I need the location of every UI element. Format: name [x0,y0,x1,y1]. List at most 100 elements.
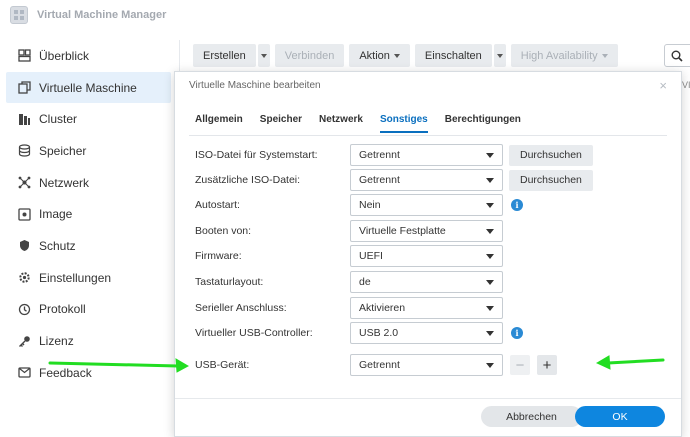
gear-icon [18,271,31,284]
tab-storage[interactable]: Speicher [260,110,302,133]
sidebar-item-label: Netzwerk [39,175,90,190]
serial-port-select[interactable]: Aktivieren [350,297,503,319]
toolbar: Erstellen Verbinden Aktion Einschalten H… [193,44,618,68]
firmware-label: Firmware: [195,250,242,262]
chevron-down-icon [486,279,494,285]
sidebar-item-virtual-machine[interactable]: Virtuelle Maschine [6,71,171,104]
sidebar-item-label: Lizenz [39,334,74,349]
dialog-title: Virtuelle Maschine bearbeiten [189,80,321,91]
shield-icon [18,239,31,252]
select-value: Aktivieren [359,302,406,314]
sidebar-item-label: Speicher [39,143,87,158]
usb-device-select[interactable]: Getrennt [350,354,503,376]
usb-controller-select[interactable]: USB 2.0 [350,322,503,344]
search-button[interactable] [664,44,690,67]
sidebar-item-image[interactable]: Image [0,198,171,230]
sidebar-item-network[interactable]: Netzwerk [0,167,171,199]
log-icon [18,303,31,316]
sidebar-item-storage[interactable]: Speicher [0,135,171,167]
sidebar-item-settings[interactable]: Einstellungen [0,262,171,294]
background-column-header: VI [682,80,690,90]
serial-port-label: Serieller Anschluss: [195,302,287,314]
dialog-tabs: Allgemein Speicher Netzwerk Sonstiges Be… [195,110,538,133]
power-on-button[interactable]: Einschalten [414,44,492,67]
sidebar-item-label: Schutz [39,238,76,253]
remove-usb-device-button[interactable]: − [510,355,530,375]
create-button[interactable]: Erstellen [193,44,256,67]
field-row-usb-device: USB-Gerät: Getrennt − + [195,354,557,376]
iso-extra-browse-button[interactable]: Durchsuchen [509,169,593,191]
high-availability-button[interactable]: High Availability [510,44,618,67]
chevron-down-icon [486,305,494,311]
add-usb-device-button[interactable]: + [537,355,557,375]
select-value: UEFI [359,250,383,262]
usb-device-label: USB-Gerät: [195,359,250,371]
sidebar-item-label: Protokoll [39,302,86,317]
high-availability-label: High Availability [520,49,598,62]
sidebar-item-overview[interactable]: Überblick [0,40,171,72]
sidebar-item-feedback[interactable]: Feedback [0,357,171,389]
field-row-serial: Serieller Anschluss: Aktivieren [195,297,503,319]
select-value: Getrennt [359,174,400,186]
info-icon[interactable]: i [511,199,523,211]
overview-icon [18,49,31,62]
tab-network[interactable]: Netzwerk [319,110,363,133]
create-dropdown-button[interactable] [257,44,270,67]
select-value: Getrennt [359,359,400,371]
autostart-select[interactable]: Nein [350,194,503,216]
chevron-down-icon [260,53,267,58]
plus-icon: + [542,356,552,374]
chevron-down-icon [486,152,494,158]
tab-permissions[interactable]: Berechtigungen [445,110,521,133]
sidebar: Überblick Virtuelle Maschine Cluster Spe… [0,40,180,437]
sidebar-item-label: Überblick [39,48,90,63]
field-row-boot-from: Booten von: Virtuelle Festplatte [195,220,503,242]
storage-icon [18,144,31,158]
power-on-dropdown-button[interactable] [493,44,506,67]
chevron-down-icon [601,53,608,58]
sidebar-item-label: Feedback [39,365,92,380]
search-icon [671,50,683,62]
info-icon[interactable]: i [511,327,523,339]
select-value: de [359,276,371,288]
chevron-down-icon [486,253,494,259]
field-row-usb-controller: Virtueller USB-Controller: USB 2.0 i [195,322,523,344]
sidebar-item-license[interactable]: Lizenz [0,325,171,357]
chevron-down-icon [496,53,503,58]
keyboard-layout-label: Tastaturlayout: [195,276,264,288]
firmware-select[interactable]: UEFI [350,245,503,267]
field-row-firmware: Firmware: UEFI [195,245,503,267]
select-value: USB 2.0 [359,327,399,339]
vm-icon [18,81,31,94]
ok-button[interactable]: OK [575,406,665,427]
iso-boot-browse-button[interactable]: Durchsuchen [509,144,593,166]
select-value: Getrennt [359,149,400,161]
minus-icon: − [515,356,525,374]
close-icon[interactable]: × [659,78,667,93]
iso-extra-select[interactable]: Getrennt [350,169,503,191]
boot-from-select[interactable]: Virtuelle Festplatte [350,220,503,242]
chevron-down-icon [486,202,494,208]
tab-other[interactable]: Sonstiges [379,110,428,133]
sidebar-item-log[interactable]: Protokoll [0,294,171,326]
chevron-down-icon [486,228,494,234]
iso-boot-label: ISO-Datei für Systemstart: [195,149,318,161]
iso-extra-label: Zusätzliche ISO-Datei: [195,174,301,186]
tab-divider [189,135,667,136]
iso-boot-select[interactable]: Getrennt [350,144,503,166]
tab-general[interactable]: Allgemein [195,110,243,133]
cancel-button[interactable]: Abbrechen [481,406,582,427]
keyboard-layout-select[interactable]: de [350,271,503,293]
chevron-down-icon [486,177,494,183]
sidebar-item-cluster[interactable]: Cluster [0,103,171,135]
field-row-iso-boot: ISO-Datei für Systemstart: Getrennt Durc… [195,144,593,166]
action-button[interactable]: Aktion [349,44,410,67]
field-row-autostart: Autostart: Nein i [195,194,523,216]
network-icon [18,176,31,189]
sidebar-item-protection[interactable]: Schutz [0,230,171,262]
sidebar-item-label: Cluster [39,112,78,127]
key-icon [18,335,31,348]
field-row-iso-extra: Zusätzliche ISO-Datei: Getrennt Durchsuc… [195,169,593,191]
connect-button[interactable]: Verbinden [274,44,345,67]
field-row-keyboard: Tastaturlayout: de [195,271,503,293]
